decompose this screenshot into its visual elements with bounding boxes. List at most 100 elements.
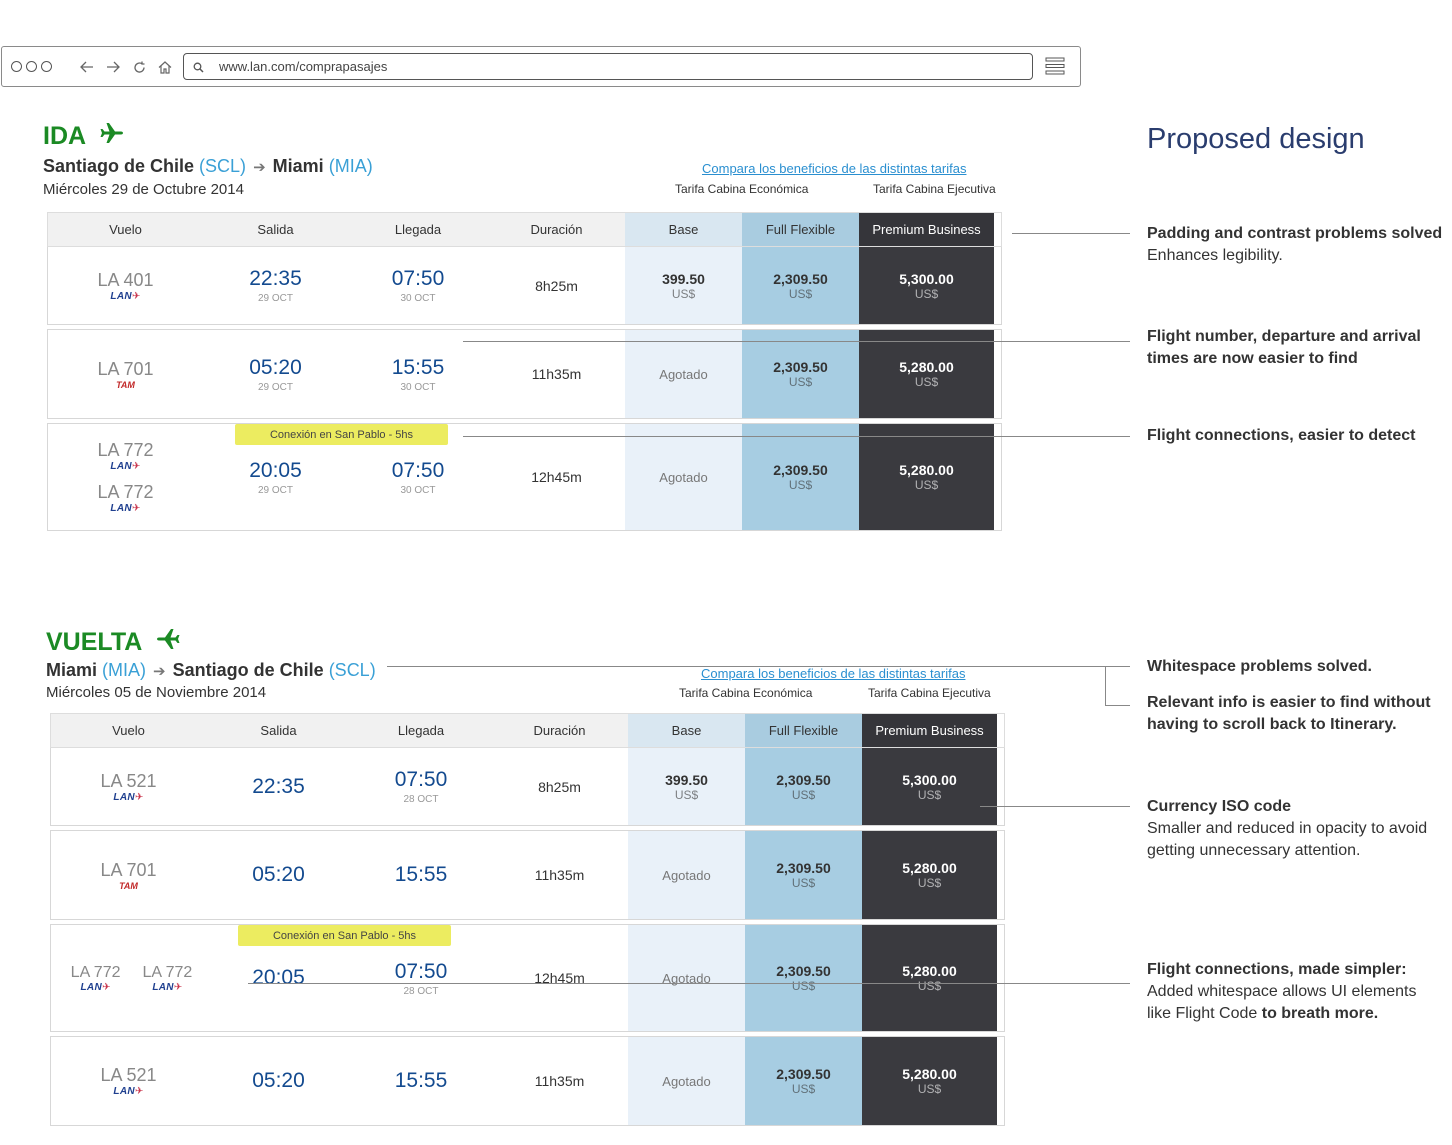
compare-fares-link[interactable]: Compara los beneficios de las distintas … <box>702 161 966 176</box>
fare-premium-business[interactable]: 5,300.00 US$ <box>862 748 997 825</box>
fare-premium-business[interactable]: 5,300.00 US$ <box>859 247 994 324</box>
browser-window: www.lan.com/comprapasajes <box>1 46 1081 87</box>
reload-icon[interactable] <box>130 58 148 76</box>
arrival-date: 30 OCT <box>400 381 436 393</box>
fare-full-flexible[interactable]: 2,309.50 US$ <box>742 247 859 324</box>
fare-base[interactable]: 399.50 US$ <box>625 247 742 324</box>
home-icon[interactable] <box>156 58 174 76</box>
price: 5,280.00 <box>902 963 957 979</box>
table-row[interactable]: LA 521 LAN✈ 22:35 07:50 28 OCT 8h25m 399.5… <box>50 748 1005 826</box>
window-dot-icon[interactable] <box>26 61 37 72</box>
address-bar[interactable]: www.lan.com/comprapasajes <box>183 53 1033 80</box>
fare-full-flexible[interactable]: 2,309.50 US$ <box>745 1037 862 1125</box>
price: 2,309.50 <box>773 462 828 478</box>
currency: US$ <box>917 876 942 890</box>
annotation-line <box>1105 705 1130 706</box>
header-vuelo: Vuelo <box>48 213 203 246</box>
tarifa-ejecutiva-label: Tarifa Cabina Ejecutiva <box>873 182 996 196</box>
tarifa-economica-label: Tarifa Cabina Económica <box>679 686 813 700</box>
fare-premium-business[interactable]: 5,280.00 US$ <box>859 330 994 418</box>
price: 5,280.00 <box>902 1066 957 1082</box>
table-row[interactable]: LA 401 LAN✈ 22:35 29 OCT 07:50 30 OCT 8h25m… <box>47 247 1002 325</box>
price: 2,309.50 <box>773 359 828 375</box>
table-header: Vuelo Salida Llegada Duración Base Full … <box>50 713 1005 748</box>
compare-fares-link[interactable]: Compara los beneficios de las distintas … <box>701 666 965 681</box>
header-full-flexible: Full Flexible <box>745 714 862 747</box>
ida-flights-table: Vuelo Salida Llegada Duración Base Full … <box>47 212 1002 531</box>
tam-logo-icon: TAM <box>119 880 138 891</box>
departure-time: 05:20 <box>249 355 302 379</box>
departure-time: 20:05 <box>249 458 302 482</box>
annotation-line <box>1105 666 1106 706</box>
ida-title: IDA <box>43 122 124 151</box>
price: 2,309.50 <box>776 1066 831 1082</box>
vuelta-title: VUELTA <box>46 628 180 657</box>
fare-full-flexible[interactable]: 2,309.50 US$ <box>742 424 859 530</box>
fare-base: Agotado <box>625 330 742 418</box>
currency: US$ <box>914 286 939 301</box>
fare-full-flexible[interactable]: 2,309.50 US$ <box>742 330 859 418</box>
duration: 11h35m <box>534 1073 585 1089</box>
tarifa-ejecutiva-label: Tarifa Cabina Ejecutiva <box>868 686 991 700</box>
currency: US$ <box>917 1082 942 1096</box>
sold-out-label: Agotado <box>662 867 711 883</box>
fare-full-flexible[interactable]: 2,309.50 US$ <box>745 925 862 1031</box>
search-icon <box>193 60 204 78</box>
annotation-padding: Padding and contrast problems solved Enha… <box>1147 225 1443 264</box>
fare-premium-business[interactable]: 5,280.00 US$ <box>862 1037 997 1125</box>
currency: US$ <box>788 375 813 389</box>
header-base: Base <box>625 213 742 246</box>
fare-full-flexible[interactable]: 2,309.50 US$ <box>745 748 862 825</box>
flight-number: LA 772 <box>142 963 193 981</box>
flight-number: LA 521 <box>100 770 157 791</box>
window-dot-icon[interactable] <box>41 61 52 72</box>
duration: 11h35m <box>534 867 585 883</box>
flight-number: LA 772 <box>70 963 121 981</box>
table-row[interactable]: LA 701 TAM 05:20 29 OCT 15:55 30 OCT 11h35m… <box>47 329 1002 419</box>
header-salida: Salida <box>203 213 348 246</box>
arrival-date: 30 OCT <box>400 293 436 304</box>
window-dot-icon[interactable] <box>11 61 22 72</box>
sold-out-label: Agotado <box>659 469 708 485</box>
header-vuelo: Vuelo <box>51 714 206 747</box>
table-row[interactable]: LA 772 LAN✈ LA 772 LAN✈ 20:05 29 OCT 07:50 30… <box>47 423 1002 531</box>
sold-out-label: Agotado <box>659 366 708 382</box>
proposed-design-title: Proposed design <box>1147 123 1365 155</box>
arrival-time: 15:55 <box>394 1069 448 1092</box>
annotation-line <box>463 341 1130 342</box>
connection-badge: Conexión en San Pablo - 5hs <box>235 424 448 445</box>
arrival-date: 30 OCT <box>400 484 436 496</box>
currency: US$ <box>917 979 942 993</box>
price: 2,309.50 <box>773 270 828 287</box>
currency: US$ <box>791 1082 816 1096</box>
forward-arrow-icon[interactable] <box>104 58 122 76</box>
window-controls[interactable] <box>11 61 52 72</box>
annotation-line <box>980 806 1130 807</box>
table-row[interactable]: LA 521 LAN✈ 05:20 15:55 11h35m Agotado 2,… <box>50 1036 1005 1126</box>
lan-logo-icon: LAN✈ <box>110 503 141 514</box>
price: 2,309.50 <box>776 860 831 876</box>
lan-logo-icon: LAN✈ <box>113 1086 144 1097</box>
fare-base[interactable]: 399.50 US$ <box>628 748 745 825</box>
departure-date: 29 OCT <box>257 293 293 304</box>
duration: 8h25m <box>538 778 581 795</box>
table-row[interactable]: LA 701 TAM 05:20 15:55 11h35m Agotado 2,3… <box>50 830 1005 920</box>
currency: US$ <box>914 375 939 389</box>
fare-full-flexible[interactable]: 2,309.50 US$ <box>745 831 862 919</box>
annotation-relevant-info: Relevant info is easier to find without … <box>1147 694 1431 733</box>
fare-premium-business[interactable]: 5,280.00 US$ <box>862 831 997 919</box>
back-arrow-icon[interactable] <box>78 58 96 76</box>
annotation-line <box>1012 233 1130 234</box>
annotation-flight-number: Flight number, departure and arrival tim… <box>1147 328 1421 367</box>
departure-time: 22:35 <box>249 267 302 290</box>
flight-number: LA 401 <box>97 269 154 290</box>
header-salida: Salida <box>206 714 351 747</box>
menu-icon[interactable] <box>1045 57 1065 80</box>
fare-base: Agotado <box>628 1037 745 1125</box>
fare-premium-business[interactable]: 5,280.00 US$ <box>862 925 997 1031</box>
table-row[interactable]: LA 772 LAN✈ LA 772 LAN✈ 20:05 07:50 28 OCT … <box>50 924 1005 1032</box>
arrival-time: 07:50 <box>391 267 445 290</box>
currency: US$ <box>791 787 816 802</box>
fare-premium-business[interactable]: 5,280.00 US$ <box>859 424 994 530</box>
arrival-date: 28 OCT <box>403 985 439 997</box>
